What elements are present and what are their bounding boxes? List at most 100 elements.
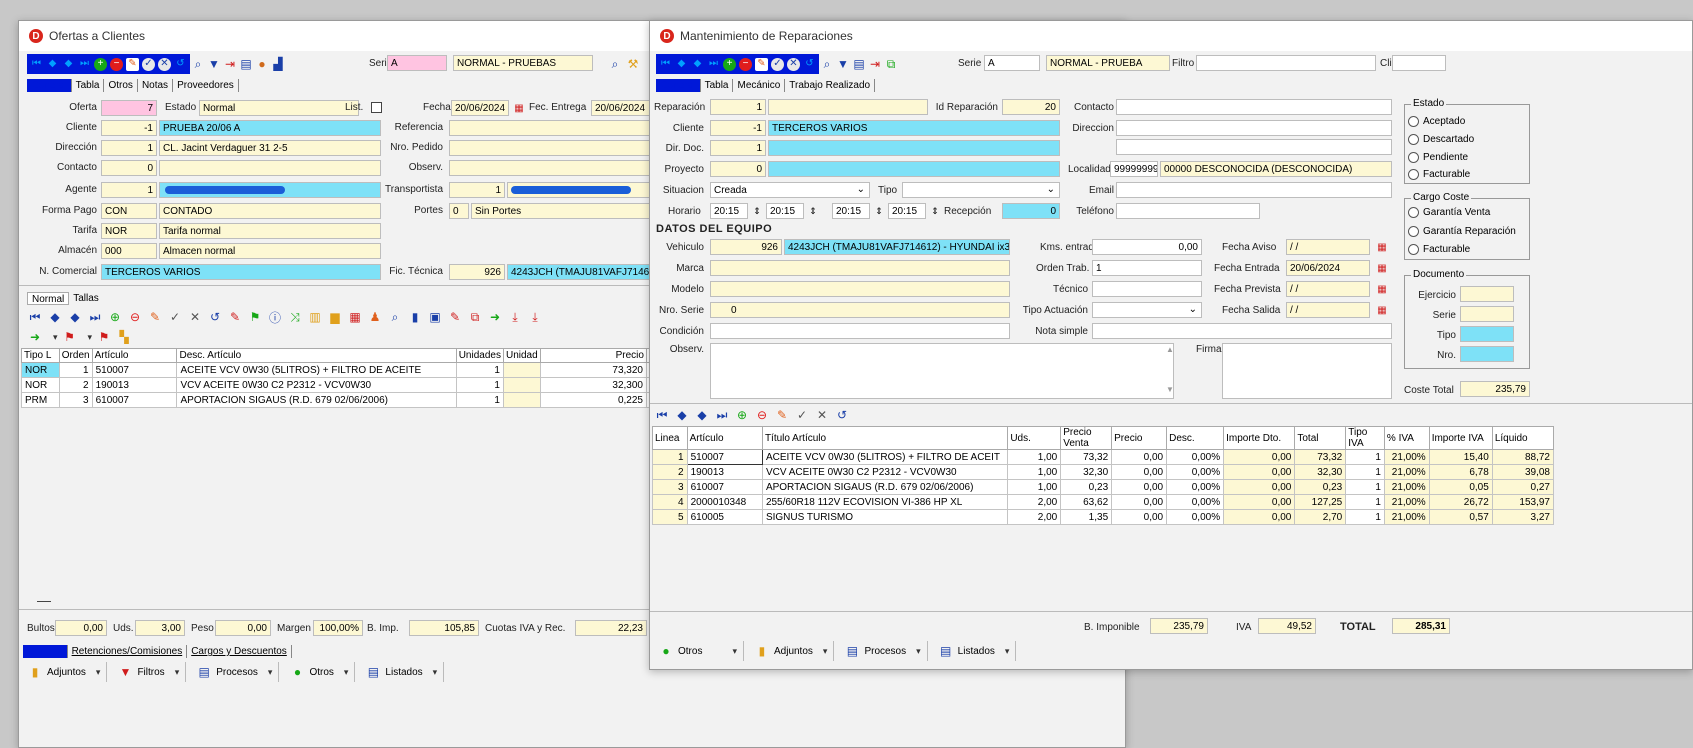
delete-line-icon[interactable]: ⊖ [754, 407, 770, 423]
tab-notas[interactable]: Notas [138, 79, 174, 92]
cell-desc[interactable]: ACEITE VCV 0W30 (5LITROS) + FILTRO DE AC… [176, 362, 457, 378]
situacion-select[interactable]: Creada ⌄ [710, 182, 870, 198]
search-icon[interactable]: ⌕ [819, 56, 835, 72]
almacen-code[interactable]: 000 [101, 243, 157, 259]
adjuntos-button[interactable]: ▮ Adjuntos ▾ [21, 662, 108, 682]
cell-articulo[interactable]: 2000010348 [686, 494, 763, 510]
tab-tabla[interactable]: Tabla [701, 79, 734, 92]
cancel-icon[interactable]: ✕ [787, 57, 800, 71]
columns-icon[interactable]: ▥ [307, 309, 323, 325]
add-line-icon[interactable]: ⊕ [734, 407, 750, 423]
direccion-code[interactable]: 1 [101, 140, 157, 156]
edit-record-icon[interactable]: ✎ [126, 57, 139, 71]
scroll-up-icon[interactable]: ▲ [1166, 345, 1174, 354]
cell-articulo[interactable]: 190013 [91, 377, 178, 393]
cell-articulo[interactable]: 610007 [91, 392, 178, 408]
table-row[interactable]: NOR 1 510007 ACEITE VCV 0W30 (5LITROS) +… [21, 362, 656, 378]
portes-code[interactable]: 0 [449, 203, 469, 219]
first-record-icon[interactable]: ⏮ [30, 58, 43, 71]
scroll-down-icon[interactable]: ▼ [1166, 385, 1174, 394]
cell-unidad[interactable] [502, 362, 541, 378]
first-line-icon[interactable]: ⏮ [27, 309, 43, 325]
cell-linea[interactable]: 3 [652, 479, 688, 495]
serie-search-icon[interactable]: ⌕ [607, 56, 623, 72]
cancel-line-icon[interactable]: ✕ [814, 407, 830, 423]
flag-2-icon[interactable]: ⚑ [96, 329, 112, 345]
cell-unidad[interactable] [502, 392, 541, 408]
radio-garantia-venta[interactable]: Garantía Venta [1408, 207, 1490, 218]
serie-input[interactable]: A [984, 55, 1040, 71]
tab-normal[interactable]: Normal [27, 292, 70, 305]
edit-doc-icon[interactable]: ✎ [227, 309, 243, 325]
copy-icon[interactable]: ⧉ [883, 56, 899, 72]
calendar-icon[interactable]: ▦ [1374, 302, 1390, 318]
col-importe-iva[interactable]: Importe IVA [1428, 426, 1493, 450]
spinner-icon[interactable]: ⇕ [805, 203, 821, 219]
kms-input[interactable]: 0,00 [1092, 239, 1202, 255]
delete-record-icon[interactable]: − [739, 57, 752, 71]
search-icon[interactable]: ⌕ [190, 56, 206, 72]
tab-proveedores[interactable]: Proveedores [173, 79, 239, 92]
cancel-line-icon[interactable]: ✕ [187, 309, 203, 325]
col-desc[interactable]: Desc. [1166, 426, 1225, 450]
cell-linea[interactable]: 2 [652, 464, 688, 480]
cliente-code[interactable]: -1 [710, 120, 766, 136]
delete-record-icon[interactable]: − [110, 57, 123, 71]
cancel-icon[interactable]: ✕ [158, 57, 171, 71]
serie-input[interactable]: A [387, 55, 447, 71]
table-row[interactable]: PRM 3 610007 APORTACION SIGAUS (R.D. 679… [21, 392, 656, 408]
horario-4[interactable]: 20:15 [888, 203, 926, 219]
transportista-code[interactable]: 1 [449, 182, 505, 198]
cell-tipo-iva[interactable]: 1 [1345, 494, 1385, 510]
direccion-input-2[interactable] [1116, 139, 1392, 155]
cell-precio[interactable]: 32,300 [539, 377, 647, 393]
tab-tabla[interactable]: Tabla [72, 79, 105, 92]
otros-button[interactable]: ● Otros ▾ [283, 662, 356, 682]
barcode-icon[interactable]: ▮ [407, 309, 423, 325]
arrow-right-2-icon[interactable]: ➜ [27, 329, 43, 345]
horario-3[interactable]: 20:15 [832, 203, 870, 219]
next-line-icon[interactable]: ◆ [67, 309, 83, 325]
package-icon[interactable]: ▆ [327, 309, 343, 325]
confirm-icon[interactable]: ✓ [771, 57, 784, 71]
proyecto-code[interactable]: 0 [710, 161, 766, 177]
radio-facturable[interactable]: Facturable [1408, 169, 1470, 180]
procesos-button[interactable]: ▤ Procesos ▾ [190, 662, 280, 682]
spinner-icon[interactable]: ⇕ [927, 203, 943, 219]
cell-uds[interactable]: 1,00 [1007, 464, 1062, 480]
otros-button[interactable]: ● Otros ▾ [652, 641, 744, 661]
cell-tipo-iva[interactable]: 1 [1345, 479, 1385, 495]
refresh-icon[interactable]: ↺ [803, 58, 816, 71]
refresh-icon[interactable]: ↺ [174, 58, 187, 71]
adjuntos-button[interactable]: ▮ Adjuntos ▾ [748, 641, 835, 661]
cell-precio[interactable]: 0,00 [1111, 449, 1168, 465]
image-icon[interactable]: ▣ [427, 309, 443, 325]
table-row[interactable]: 1 510007 ACEITE VCV 0W30 (5LITROS) + FIL… [652, 449, 1555, 465]
cell-titulo[interactable]: VCV ACEITE 0W30 C2 P2312 - VCV0W30 [761, 464, 1009, 480]
tab-otros[interactable]: Otros [104, 79, 138, 92]
cell-titulo[interactable]: ACEITE VCV 0W30 (5LITROS) + FILTRO DE AC… [761, 449, 1009, 465]
chart-icon[interactable]: ▟ [270, 56, 286, 72]
cell-uds[interactable]: 1 [455, 377, 504, 393]
oferta-input[interactable]: 7 [101, 100, 157, 116]
cell-orden[interactable]: 2 [58, 377, 93, 393]
cell-tipo-iva[interactable]: 1 [1345, 464, 1385, 480]
cell-orden[interactable]: 1 [58, 362, 93, 378]
calendar-icon[interactable]: ▦ [1374, 260, 1390, 276]
table-row[interactable]: 3 610007 APORTACION SIGAUS (R.D. 679 02/… [652, 479, 1555, 495]
tab-retenciones[interactable]: Retenciones/Comisiones [68, 645, 188, 658]
tipo-select[interactable]: ⌄ [902, 182, 1060, 198]
prev-line-icon[interactable]: ◆ [674, 407, 690, 423]
horario-2[interactable]: 20:15 [766, 203, 804, 219]
fecha-aviso-input[interactable]: / / [1286, 239, 1370, 255]
cell-precio-venta[interactable]: 0,23 [1060, 479, 1113, 495]
tab-bottom-general[interactable]: General [23, 645, 68, 658]
tab-trabajo[interactable]: Trabajo Realizado [785, 79, 876, 92]
contacto-input[interactable] [1116, 99, 1392, 115]
confirm-line-icon[interactable]: ✓ [794, 407, 810, 423]
refresh-line-icon[interactable]: ↺ [207, 309, 223, 325]
cell-precio[interactable]: 0,00 [1111, 494, 1168, 510]
col-precio-venta[interactable]: Precio Venta [1060, 426, 1113, 450]
print-icon[interactable]: ▤ [238, 56, 254, 72]
radio-pendiente[interactable]: Pendiente [1408, 152, 1468, 163]
